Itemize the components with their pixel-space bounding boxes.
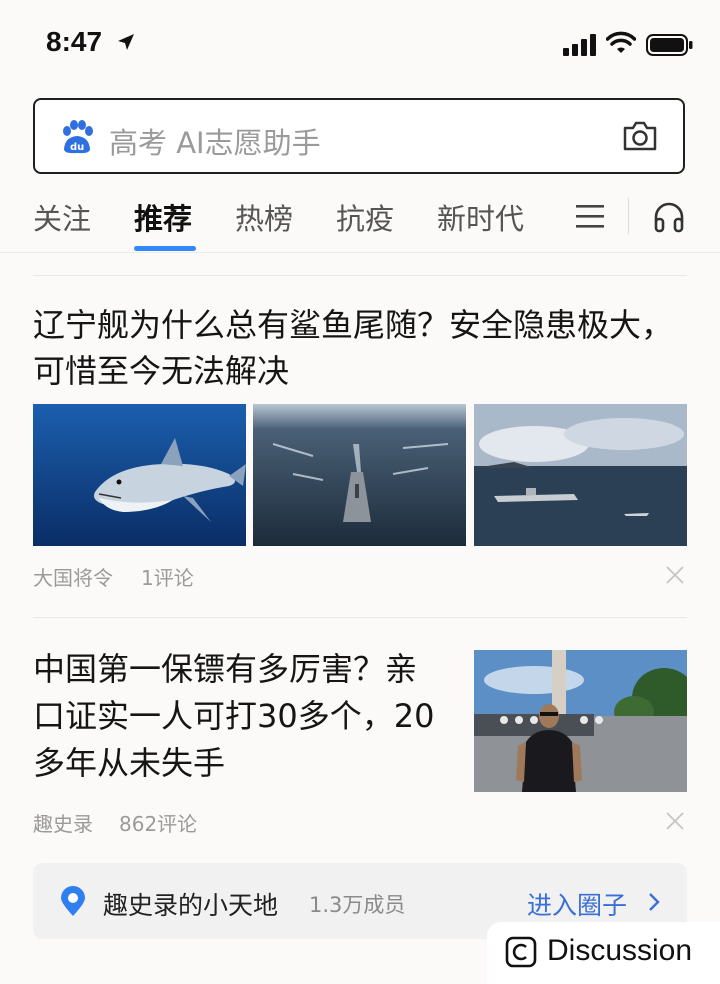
circle-name: 趣史录的小天地 (103, 891, 279, 920)
feed-divider (33, 617, 687, 618)
baidu-paw-icon: du (63, 120, 93, 154)
tab-divider (628, 198, 629, 234)
tab-hot-list[interactable]: 热榜 (235, 196, 293, 238)
carrier-harbor-photo[interactable] (474, 404, 687, 546)
carrier-fleet-photo[interactable] (253, 404, 466, 546)
article-title[interactable]: 中国第一保镖有多厉害？亲口证实一人可打30多个，20多年从未失手 (33, 646, 443, 787)
svg-text:du: du (70, 142, 84, 153)
tab-bar: 关注 推荐 热榜 抗疫 新时代 (0, 188, 720, 253)
article-comments[interactable]: 862评论 (119, 808, 197, 837)
chevron-right-icon[interactable] (647, 891, 661, 913)
battery-icon (646, 34, 693, 56)
wifi-icon (606, 31, 636, 53)
article-source: 大国将令 (33, 566, 113, 590)
article-comments[interactable]: 1评论 (141, 562, 194, 591)
tab-recommend[interactable]: 推荐 (134, 196, 192, 238)
headphones-icon[interactable] (652, 200, 686, 234)
discussion-watermark: Discussion (487, 922, 720, 984)
tab-anti-epidemic[interactable]: 抗疫 (336, 196, 394, 238)
circle-member-count: 1.3万成员 (309, 893, 406, 917)
search-box[interactable]: du 高考 AI志愿助手 (33, 98, 685, 174)
enter-circle-link[interactable]: 进入圈子 (527, 886, 627, 922)
camera-icon[interactable] (621, 118, 659, 154)
shark-photo[interactable] (33, 404, 246, 546)
tab-follow[interactable]: 关注 (33, 196, 91, 238)
feed-divider (33, 275, 687, 276)
article-title[interactable]: 辽宁舰为什么总有鲨鱼尾随？安全隐患极大，可惜至今无法解决 (33, 302, 687, 394)
location-arrow-icon (118, 34, 134, 50)
tab-new-era[interactable]: 新时代 (437, 196, 524, 238)
status-bar: 8:47 (0, 0, 720, 90)
article-source: 趣史录 (33, 812, 93, 836)
hamburger-menu-icon[interactable] (574, 202, 606, 230)
active-tab-indicator (134, 246, 196, 251)
location-pin-icon (61, 886, 85, 916)
dismiss-icon[interactable] (665, 565, 685, 585)
watermark-label: Discussion (547, 934, 693, 967)
status-time: 8:47 (46, 26, 103, 57)
search-input[interactable]: 高考 AI志愿助手 (109, 120, 321, 162)
copyright-c-icon (505, 936, 537, 968)
dismiss-icon[interactable] (665, 811, 685, 831)
bodyguard-photo[interactable] (474, 650, 687, 792)
cellular-signal-icon (563, 34, 596, 56)
